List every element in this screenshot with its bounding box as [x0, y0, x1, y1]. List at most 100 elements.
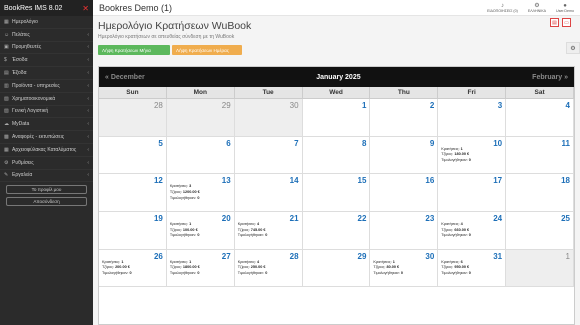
calendar-day-cell[interactable]: 29	[166, 99, 235, 137]
day-number[interactable]: 12	[154, 176, 163, 185]
sidebar-item[interactable]: ✎ Εργαλεία ‹	[0, 170, 93, 183]
sidebar-item[interactable]: ▣ Προμηθευτές ‹	[0, 42, 93, 55]
sidebar-item[interactable]: ▩ Αναφορές - εκτυπώσεις ‹	[0, 131, 93, 144]
day-number[interactable]: 15	[358, 176, 367, 185]
calendar-day-cell[interactable]: 10 Κρατήσεις: 1 Τζίρος: 180.00 € Τιμολογήθη…	[438, 136, 507, 175]
day-number[interactable]: 30	[425, 252, 434, 261]
day-number[interactable]: 31	[493, 252, 502, 261]
fetch-month-button[interactable]: Λήψη Κρατήσεων Μήνα	[98, 45, 170, 55]
day-number[interactable]: 4	[566, 101, 570, 110]
calendar-day-cell[interactable]: 14	[234, 174, 303, 212]
day-number[interactable]: 19	[154, 214, 163, 223]
chevron-left-icon: ‹	[87, 172, 89, 179]
day-number[interactable]: 29	[222, 101, 231, 110]
sidebar-item[interactable]: ⚙ Ρυθμίσεις ‹	[0, 157, 93, 170]
pdf-icon[interactable]: ▤	[550, 18, 559, 27]
calendar-day-cell[interactable]: 11	[506, 136, 574, 175]
calendar-day-cell[interactable]: 28 Κρατήσεις: 4 Τζίρος: 250.00 € Τιμολογήθη…	[234, 249, 303, 288]
calendar-day-cell[interactable]: 5	[99, 136, 167, 175]
calendar-day-cell[interactable]: 3	[438, 99, 507, 137]
day-number[interactable]: 20	[222, 214, 231, 223]
day-number[interactable]: 11	[562, 139, 570, 148]
logout-button[interactable]: Αποσύνδεση	[6, 197, 87, 207]
day-number[interactable]: 24	[493, 214, 502, 223]
calendar-day-cell[interactable]: 16	[370, 174, 439, 212]
sidebar-item[interactable]: ▨ Γενική Λογιστική ‹	[0, 106, 93, 119]
summary-label: Κρατήσεις:	[373, 259, 392, 264]
calendar-day-cell[interactable]: 9	[370, 136, 439, 175]
day-number[interactable]: 13	[222, 176, 231, 185]
day-number[interactable]: 27	[222, 252, 231, 261]
summary-row: Τιμολογήθηκαν: 0	[238, 233, 268, 239]
sidebar-item[interactable]: ☁ MyData ‹	[0, 118, 93, 132]
calendar-day-cell[interactable]: 2	[370, 99, 439, 137]
day-number[interactable]: 5	[158, 139, 162, 148]
calendar-day-cell[interactable]: 1	[302, 99, 371, 137]
calendar-day-cell[interactable]: 4	[506, 99, 574, 137]
calendar-day-cell[interactable]: 21 Κρατήσεις: 4 Τζίρος: 745.00 € Τιμολογήθη…	[234, 212, 303, 250]
calendar-day-cell[interactable]: 24 Κρατήσεις: 4 Τζίρος: 660.00 € Τιμολογήθη…	[438, 212, 507, 250]
day-number[interactable]: 29	[358, 252, 367, 261]
language-button[interactable]: ⚙ ΕΛΛΗΝΙΚΑ	[528, 2, 546, 13]
sidebar-item[interactable]: ▤ Έξοδα ‹	[0, 67, 93, 80]
day-number[interactable]: 26	[154, 252, 163, 261]
day-number[interactable]: 25	[561, 214, 570, 223]
day-number[interactable]: 9	[430, 139, 434, 148]
sidebar-item[interactable]: ☺ Πελάτες ‹	[0, 29, 93, 42]
prev-month-link[interactable]: « December	[105, 74, 145, 81]
calendar-day-cell[interactable]: 29	[302, 249, 371, 288]
day-number[interactable]: 14	[290, 176, 299, 185]
calendar-day-cell[interactable]: 6	[166, 136, 235, 175]
calendar-day-cell[interactable]: 13 Κρατήσεις: 3 Τζίρος: 1200.00 € Τιμολογήθ…	[166, 174, 235, 212]
sidebar-item[interactable]: ▦ Ημερολόγιο	[0, 16, 93, 29]
day-number[interactable]: 6	[226, 139, 230, 148]
day-number[interactable]: 8	[362, 139, 366, 148]
calendar-day-cell[interactable]: 12	[99, 174, 167, 212]
day-number[interactable]: 17	[493, 176, 502, 185]
sidebar-item[interactable]: $ Έσοδα ‹	[0, 54, 93, 68]
day-number[interactable]: 16	[425, 176, 434, 185]
settings-gear-icon[interactable]: ⚙	[566, 42, 580, 54]
calendar-day-cell[interactable]: 20 Κρατήσεις: 1 Τζίρος: 100.00 € Τιμολογήθη…	[166, 212, 235, 250]
calendar-day-cell[interactable]: 18	[506, 174, 574, 212]
day-number[interactable]: 2	[430, 101, 434, 110]
day-number[interactable]: 1	[362, 101, 366, 110]
sidebar-item[interactable]: ▥ Προϊόντα - υπηρεσίες ‹	[0, 80, 93, 93]
day-number[interactable]: 28	[290, 252, 299, 261]
notifications-button[interactable]: ♪ ΕΙΔΟΠΟΙΗΣΕΙΣ (0)	[487, 3, 518, 13]
close-icon[interactable]: ✕	[82, 4, 89, 13]
day-number[interactable]: 10	[493, 139, 502, 148]
calendar-day-cell[interactable]: 7	[234, 136, 303, 175]
calendar-day-cell[interactable]: 27 Κρατήσεις: 1 Τζίρος: 1800.00 € Τιμολογήθ…	[166, 249, 235, 288]
calendar-day-cell[interactable]: 22	[302, 212, 371, 250]
day-number[interactable]: 21	[290, 214, 299, 223]
day-number[interactable]: 18	[561, 176, 570, 185]
day-number[interactable]: 22	[358, 214, 367, 223]
calendar-day-cell[interactable]: 15	[302, 174, 371, 212]
calendar-day-cell[interactable]: 28	[99, 99, 167, 137]
day-number[interactable]: 23	[425, 214, 434, 223]
calendar-day-cell[interactable]: 1	[506, 249, 574, 288]
calendar-day-cell[interactable]: 31 Κρατήσεις: 6 Τζίρος: 950.00 € Τιμολογήθη…	[438, 249, 507, 288]
day-number[interactable]: 3	[498, 101, 502, 110]
day-number[interactable]: 1	[566, 252, 570, 261]
user-menu[interactable]: ● User.Demo	[556, 3, 574, 13]
fetch-day-button[interactable]: Λήψη Κρατήσεων Ημέρας	[172, 45, 242, 55]
calendar-day-cell[interactable]: 30 Κρατήσεις: 1 Τζίρος: 80.00 € Τιμολογήθηκ…	[370, 249, 439, 288]
next-month-link[interactable]: February »	[532, 74, 568, 81]
print-icon[interactable]: ▭	[562, 18, 571, 27]
day-number[interactable]: 7	[294, 139, 298, 148]
calendar-day-cell[interactable]: 25	[506, 212, 574, 250]
sidebar-item[interactable]: ▧ Χρηματοοικονομικά ‹	[0, 93, 93, 106]
day-number[interactable]: 30	[290, 101, 299, 110]
calendar-day-cell[interactable]: 8	[302, 136, 371, 175]
calendar-day-cell[interactable]: 26 Κρατήσεις: 1 Τζίρος: 200.00 € Τιμολογήθη…	[99, 249, 167, 288]
calendar-day-cell[interactable]: 30	[234, 99, 303, 137]
calendar-day-cell[interactable]: 23	[370, 212, 439, 250]
sidebar-item[interactable]: ▦ Αρχειοφύλακας Καταλύματος ‹	[0, 144, 93, 157]
box-icon: ▥	[4, 82, 9, 89]
profile-button[interactable]: Το προφίλ μου	[6, 185, 87, 195]
day-number[interactable]: 28	[154, 101, 163, 110]
calendar-day-cell[interactable]: 19	[99, 212, 167, 250]
calendar-day-cell[interactable]: 17	[438, 174, 507, 212]
